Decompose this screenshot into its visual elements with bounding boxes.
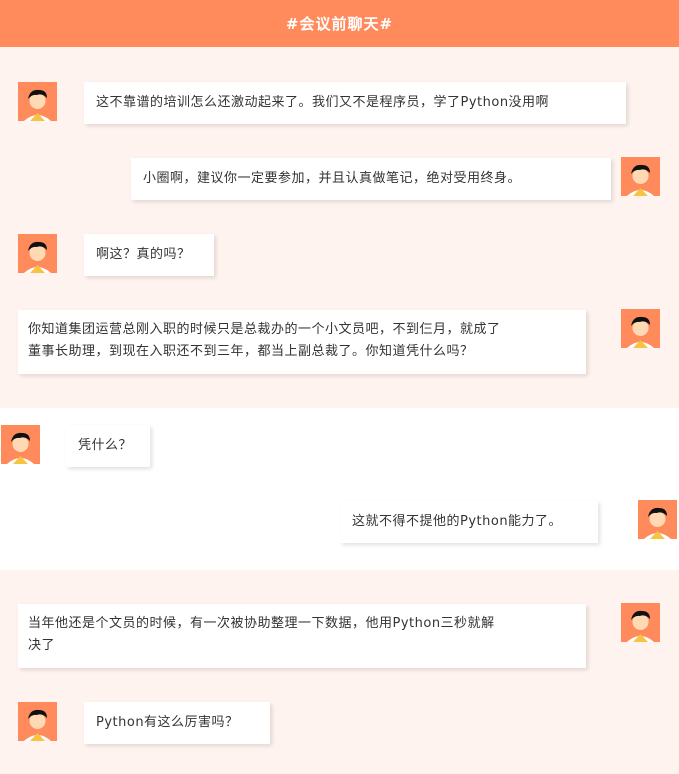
message-text-line: 决了 xyxy=(28,638,56,653)
message-bubble: 小圈啊，建议你一定要参加，并且认真做笔记，绝对受用终身。 xyxy=(131,158,611,200)
person-avatar[interactable] xyxy=(18,702,57,741)
message-text: 啊这？真的吗？ xyxy=(96,247,191,262)
person-avatar[interactable] xyxy=(621,309,660,348)
person-avatar[interactable] xyxy=(18,82,57,121)
message-text-line: 当年他还是个文员的时候，有一次被协助整理一下数据，他用Python三秒就解 xyxy=(28,616,495,631)
message-bubble: 这不靠谱的培训怎么还激动起来了。我们又不是程序员，学了Python没用啊 xyxy=(84,82,626,124)
message-text-line: 董事长助理，到现在入职还不到三年，都当上副总裁了。你知道凭什么吗？ xyxy=(28,344,474,359)
person-avatar[interactable] xyxy=(638,500,677,539)
message-text: Python有这么厉害吗？ xyxy=(96,715,239,730)
message-bubble: 当年他还是个文员的时候，有一次被协助整理一下数据，他用Python三秒就解 决了 xyxy=(18,604,586,668)
person-avatar[interactable] xyxy=(621,157,660,196)
chat-title-banner: #会议前聊天# xyxy=(0,0,679,47)
message-text: 凭什么？ xyxy=(78,438,133,453)
message-text: 这不靠谱的培训怎么还激动起来了。我们又不是程序员，学了Python没用啊 xyxy=(96,95,550,110)
person-avatar[interactable] xyxy=(621,603,660,642)
message-bubble: 凭什么？ xyxy=(66,425,150,467)
message-text: 小圈啊，建议你一定要参加，并且认真做笔记，绝对受用终身。 xyxy=(143,171,522,186)
person-avatar[interactable] xyxy=(18,234,57,273)
message-bubble: 你知道集团运营总刚入职的时候只是总裁办的一个小文员吧，不到仨月，就成了 董事长助… xyxy=(18,310,586,374)
person-avatar[interactable] xyxy=(1,425,40,464)
message-text: 这就不得不提他的Python能力了。 xyxy=(352,514,563,529)
message-text-line: 你知道集团运营总刚入职的时候只是总裁办的一个小文员吧，不到仨月，就成了 xyxy=(28,322,501,337)
chat-title: #会议前聊天# xyxy=(285,15,394,33)
message-bubble: Python有这么厉害吗？ xyxy=(84,702,270,744)
message-bubble: 这就不得不提他的Python能力了。 xyxy=(340,501,598,543)
message-bubble: 啊这？真的吗？ xyxy=(84,234,214,276)
